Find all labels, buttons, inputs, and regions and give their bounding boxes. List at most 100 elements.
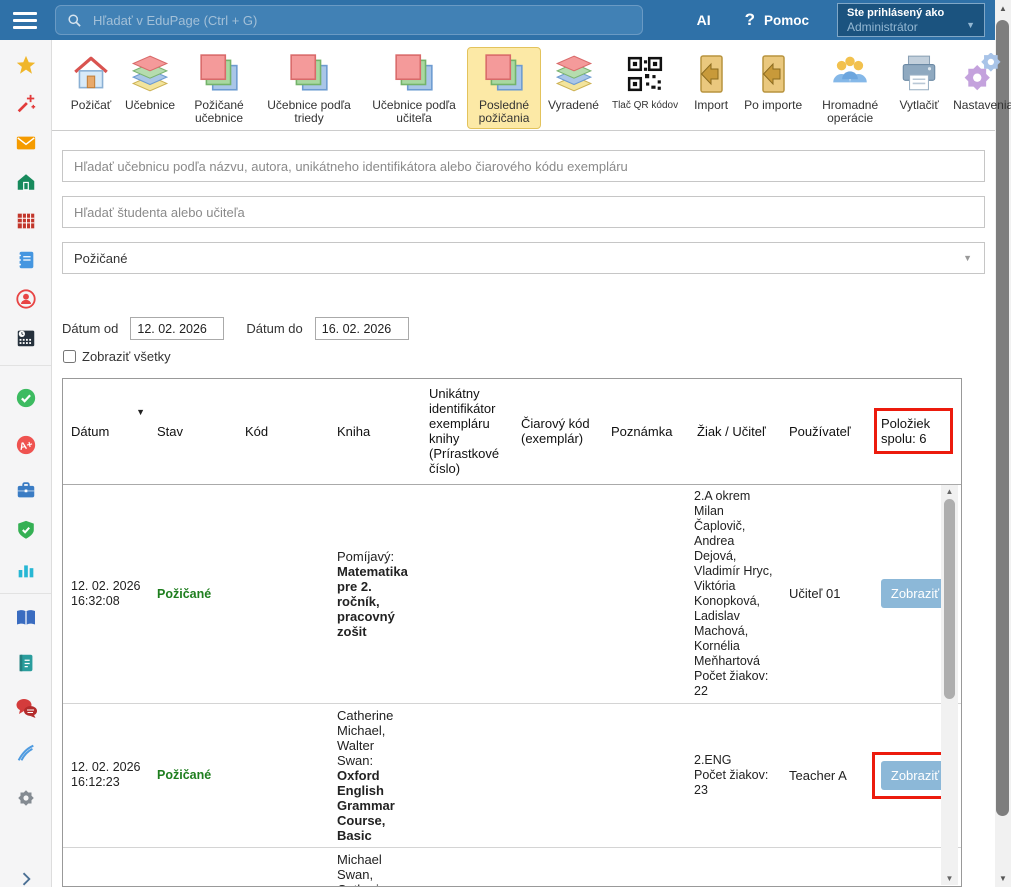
date-to-input[interactable] bbox=[315, 317, 409, 340]
cell-barcode bbox=[513, 484, 603, 703]
cell-unique-id bbox=[421, 484, 513, 703]
column-header-datum[interactable]: Dátum ▼ bbox=[63, 379, 149, 484]
timetable-grid-icon[interactable] bbox=[0, 204, 51, 238]
column-header-pouzivatel[interactable]: Používateľ bbox=[781, 379, 869, 484]
toolbar-item-label: Vytlačiť bbox=[899, 99, 938, 112]
cell-date: 12. 02. 202616:32:08 bbox=[63, 484, 149, 703]
plan-calendar-icon[interactable] bbox=[0, 321, 51, 355]
cell-book: Catherine Michael, Walter Swan: Oxford E… bbox=[329, 703, 421, 847]
toolbar-item-label: Učebnice podľa triedy bbox=[263, 99, 355, 125]
cell-person: 2.A okrem Milan Čaplovič, Andrea Dejová,… bbox=[689, 484, 781, 703]
toolbar-item-label: Tlač QR kódov bbox=[612, 99, 678, 112]
scroll-down-icon[interactable]: ▼ bbox=[941, 874, 958, 883]
show-all-checkbox-row: Zobraziť všetky bbox=[63, 349, 171, 364]
toolbar-item-ucebnice-podla-triedy[interactable]: Učebnice podľa triedy bbox=[257, 47, 361, 129]
signed-in-as-label: Ste prihlásený ako bbox=[847, 7, 975, 20]
cell-user: Administrátor bbox=[781, 847, 869, 887]
window-scrollbar-thumb[interactable] bbox=[996, 20, 1009, 816]
toolbar-item-posledne-pozicania[interactable]: Posledné požičania bbox=[467, 47, 541, 129]
messages-envelope-icon[interactable] bbox=[0, 126, 51, 160]
people-group-icon bbox=[829, 51, 871, 96]
status-filter-value: Požičané bbox=[74, 251, 127, 266]
global-search-input[interactable] bbox=[91, 12, 631, 29]
gradebook-notebook-icon[interactable] bbox=[0, 243, 51, 277]
date-from-input[interactable] bbox=[130, 317, 224, 340]
window-scrollbar[interactable]: ▲ ▼ bbox=[995, 0, 1011, 887]
library-book-icon[interactable] bbox=[0, 601, 51, 635]
cell-person: Teacher A bbox=[689, 847, 781, 887]
toolbar-item-label: Požičané učebnice bbox=[188, 99, 250, 125]
toolbar-item-nastavenia[interactable]: Nastavenia bbox=[947, 47, 1011, 116]
profile-person-icon[interactable] bbox=[0, 282, 51, 316]
help-button[interactable]: ? Pomoc bbox=[745, 10, 809, 30]
items-total-label: Položiek spolu: 6 bbox=[881, 416, 930, 446]
show-button[interactable]: Zobraziť bbox=[881, 761, 949, 790]
show-button[interactable]: Zobraziť bbox=[881, 579, 949, 608]
column-header-ciarovy-kod[interactable]: Čiarový kód (exemplár) bbox=[513, 379, 603, 484]
question-mark-icon: ? bbox=[745, 10, 755, 30]
column-header-total: Položiek spolu: 6 bbox=[869, 379, 961, 484]
toolbar-item-hromadne-operacie[interactable]: Hromadné operácie bbox=[809, 47, 891, 129]
person-search-input[interactable] bbox=[62, 196, 985, 228]
school-home-icon[interactable] bbox=[0, 165, 51, 199]
safety-shield-icon[interactable] bbox=[0, 513, 51, 547]
cell-status: Požičané bbox=[149, 703, 237, 847]
status-filter-select[interactable]: Požičané ▼ bbox=[62, 242, 985, 274]
user-menu[interactable]: Ste prihlásený ako Administrátor ▼ bbox=[837, 3, 985, 37]
sidebar: A+ bbox=[0, 40, 52, 887]
scroll-up-icon[interactable]: ▲ bbox=[941, 487, 958, 496]
library-toolbar: Požičať Učebnice Požičané učebnice Učebn… bbox=[52, 40, 995, 131]
homework-pen-icon[interactable] bbox=[0, 736, 51, 770]
table-row: 12. 02. 202616:12:23 Požičané Catherine … bbox=[63, 703, 961, 847]
column-header-stav[interactable]: Stav bbox=[149, 379, 237, 484]
toolbar-item-pozicane-ucebnice[interactable]: Požičané učebnice bbox=[182, 47, 256, 129]
column-header-kod[interactable]: Kód bbox=[237, 379, 329, 484]
book-search-input[interactable] bbox=[62, 150, 985, 182]
printer-icon bbox=[898, 51, 940, 96]
toolbar-item-import[interactable]: Import bbox=[685, 47, 737, 116]
user-role-label: Administrátor bbox=[847, 20, 975, 34]
global-search[interactable] bbox=[55, 5, 643, 35]
toolbar-item-pozicat[interactable]: Požičať bbox=[64, 47, 118, 116]
settings-gear-icon[interactable] bbox=[0, 781, 51, 815]
cell-note bbox=[603, 703, 689, 847]
sidebar-divider bbox=[0, 365, 51, 366]
agenda-briefcase-icon[interactable] bbox=[0, 473, 51, 507]
scroll-down-icon[interactable]: ▼ bbox=[995, 874, 1011, 883]
column-header-ziak-ucitel[interactable]: Žiak / Učiteľ bbox=[689, 379, 781, 484]
sidebar-divider bbox=[0, 593, 51, 594]
grades-a-plus-icon[interactable]: A+ bbox=[0, 428, 51, 462]
toolbar-item-label: Učebnice podľa učiteľa bbox=[368, 99, 460, 125]
attendance-check-icon[interactable] bbox=[0, 381, 51, 415]
column-header-poznamka[interactable]: Poznámka bbox=[603, 379, 689, 484]
table-scrollbar-thumb[interactable] bbox=[944, 499, 955, 699]
discussion-chat-icon[interactable] bbox=[0, 691, 51, 725]
magic-wand-icon[interactable] bbox=[0, 87, 51, 121]
toolbar-item-ucebnice-podla-ucitela[interactable]: Učebnice podľa učiteľa bbox=[362, 47, 466, 129]
documents-icon[interactable] bbox=[0, 646, 51, 680]
table-scrollbar[interactable]: ▲ ▼ bbox=[941, 485, 958, 885]
toolbar-item-vytlacit[interactable]: Vytlačiť bbox=[892, 47, 946, 116]
column-header-unikatny-identifikator[interactable]: Unikátny identifikátor exempláru knihy (… bbox=[421, 379, 513, 484]
date-range-filter: Dátum od Dátum do bbox=[62, 317, 409, 340]
hamburger-menu-icon[interactable] bbox=[13, 12, 37, 29]
statistics-bar-chart-icon[interactable] bbox=[0, 553, 51, 587]
ai-button[interactable]: AI bbox=[697, 12, 711, 28]
show-all-label: Zobraziť všetky bbox=[82, 349, 171, 364]
toolbar-item-label: Učebnice bbox=[125, 99, 175, 112]
expand-chevron-icon[interactable] bbox=[0, 862, 51, 896]
toolbar-item-ucebnice[interactable]: Učebnice bbox=[119, 47, 181, 116]
toolbar-item-label: Hromadné operácie bbox=[815, 99, 885, 125]
favorites-star-icon[interactable] bbox=[0, 48, 51, 82]
sort-descending-icon[interactable]: ▼ bbox=[136, 405, 145, 420]
column-header-kniha[interactable]: Kniha bbox=[329, 379, 421, 484]
toolbar-item-po-importe[interactable]: Po importe bbox=[738, 47, 808, 116]
toolbar-item-vyradene[interactable]: Vyradené bbox=[542, 47, 605, 116]
toolbar-item-tlac-qr-kodov[interactable]: Tlač QR kódov bbox=[606, 47, 684, 116]
scroll-up-icon[interactable]: ▲ bbox=[995, 4, 1011, 13]
cell-user: Učiteľ 01 bbox=[781, 484, 869, 703]
loans-table: Dátum ▼ Stav Kód Kniha Unikátny identifi… bbox=[62, 378, 962, 887]
show-all-checkbox[interactable] bbox=[63, 350, 76, 363]
door-arrow-icon bbox=[753, 51, 793, 96]
table-header-row: Dátum ▼ Stav Kód Kniha Unikátny identifi… bbox=[63, 379, 961, 484]
